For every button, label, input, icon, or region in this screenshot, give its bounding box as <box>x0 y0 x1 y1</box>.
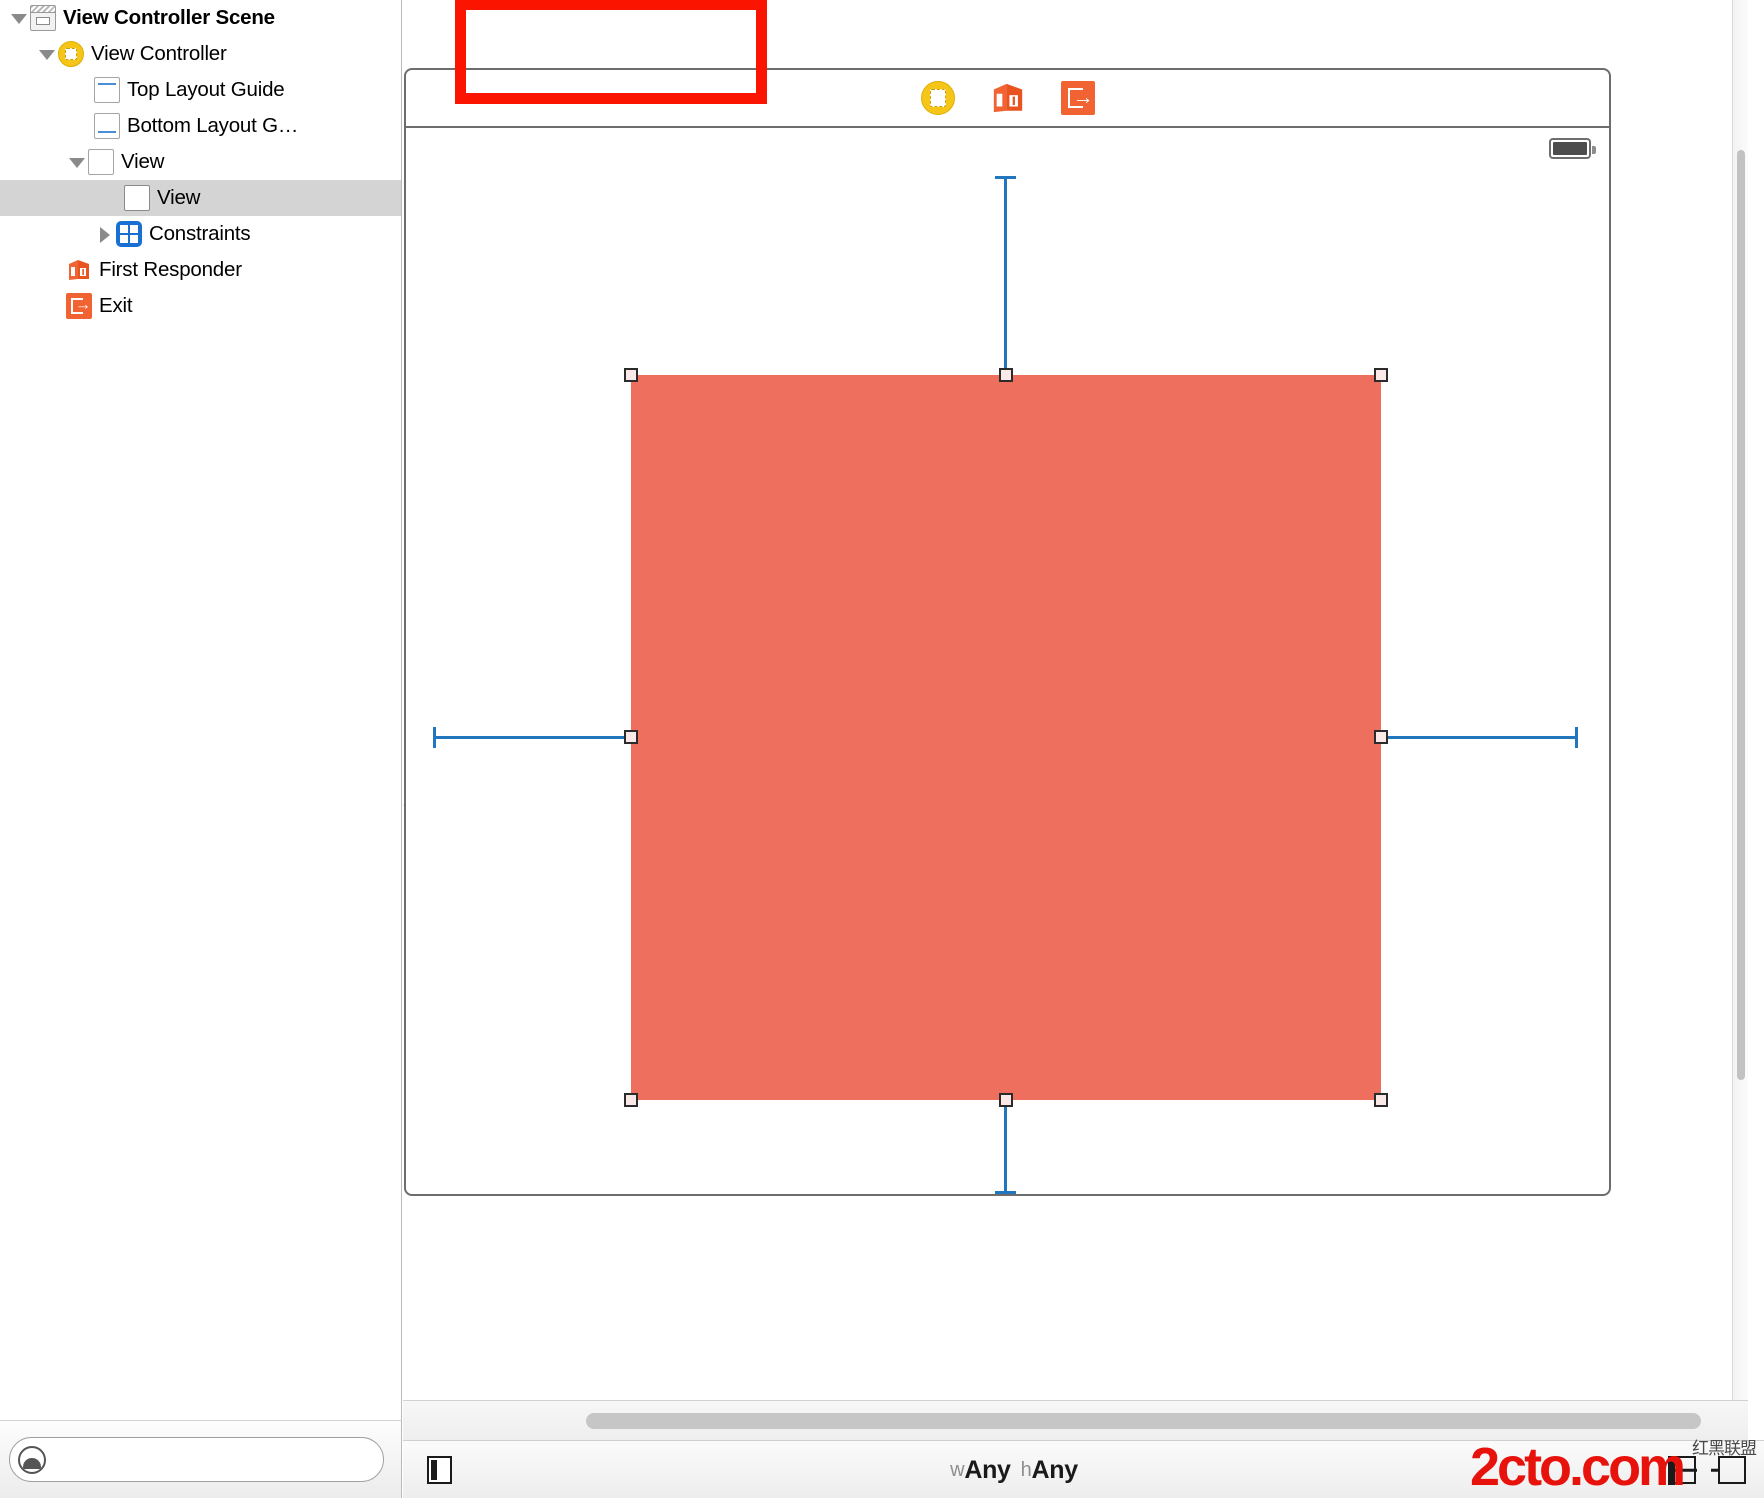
disclosure-triangle-icon[interactable] <box>66 151 88 173</box>
leading-constraint-line[interactable] <box>434 736 634 739</box>
size-class-button[interactable]: wAny hAny <box>858 1441 1170 1498</box>
outline-row-view-controller[interactable]: View Controller <box>0 36 401 72</box>
document-outline-toggle-button[interactable] <box>427 1456 452 1484</box>
selection-handle-bottom-left[interactable] <box>624 1093 638 1107</box>
filter-icon <box>18 1446 46 1474</box>
top-layout-guide-icon <box>94 77 120 103</box>
leading-constraint-cap <box>433 727 436 748</box>
scene-dock <box>406 70 1609 128</box>
layout-tools-group <box>1668 1441 1746 1498</box>
document-outline-panel: View Controller Scene View Controller To… <box>0 0 402 1420</box>
outline-row-constraints[interactable]: Constraints <box>0 216 401 252</box>
selection-handle-top-center[interactable] <box>999 368 1013 382</box>
disclosure-triangle-icon[interactable] <box>8 7 30 29</box>
outline-row-label: First Responder <box>99 258 242 282</box>
disclosure-triangle-icon[interactable] <box>36 43 58 65</box>
outline-row-label: Exit <box>99 294 132 318</box>
bottom-constraint-cap <box>995 1191 1016 1194</box>
outline-row-label: View Controller <box>91 42 227 66</box>
align-icon[interactable] <box>1718 1456 1746 1484</box>
initial-view-controller-arrow[interactable] <box>403 776 408 834</box>
simulated-status-bar <box>406 128 1609 172</box>
outline-row-label: Bottom Layout G… <box>127 114 298 138</box>
view-icon <box>124 185 150 211</box>
exit-icon <box>66 293 92 319</box>
horizontal-scrollbar-thumb[interactable] <box>586 1413 1701 1429</box>
outline-filter-bar <box>0 1420 402 1498</box>
trailing-constraint-cap <box>1575 727 1578 748</box>
first-responder-icon <box>66 257 92 283</box>
bottom-constraint-line[interactable] <box>1004 1098 1007 1194</box>
selection-handle-middle-right[interactable] <box>1374 730 1388 744</box>
exit-dock-icon[interactable] <box>1061 81 1095 115</box>
selection-handle-bottom-center[interactable] <box>999 1093 1013 1107</box>
first-responder-cube-glyph <box>991 81 1025 115</box>
selection-handle-middle-left[interactable] <box>624 730 638 744</box>
top-constraint-line[interactable] <box>1004 178 1007 378</box>
first-responder-dock-icon[interactable] <box>991 81 1025 115</box>
outline-row-label: Top Layout Guide <box>127 78 285 102</box>
scene-icon <box>30 5 56 31</box>
first-responder-cube-glyph <box>67 258 91 282</box>
outline-row-label: Constraints <box>149 222 250 246</box>
bottom-layout-guide-icon <box>94 113 120 139</box>
selection-handle-bottom-right[interactable] <box>1374 1093 1388 1107</box>
outline-row-label: View <box>121 150 164 174</box>
storyboard-canvas[interactable] <box>403 0 1748 1400</box>
canvas-vertical-scrollbar[interactable] <box>1732 0 1748 1400</box>
outline-row-top-layout-guide[interactable]: Top Layout Guide <box>0 72 401 108</box>
size-class-width-value: Any <box>964 1456 1010 1485</box>
vertical-scrollbar-thumb[interactable] <box>1737 150 1745 1080</box>
outline-row-bottom-layout-guide[interactable]: Bottom Layout G… <box>0 108 401 144</box>
canvas-horizontal-scrollbar[interactable] <box>403 1400 1748 1440</box>
size-class-height-value: Any <box>1031 1456 1077 1485</box>
constraints-icon <box>116 221 142 247</box>
outline-row-label: View <box>157 186 200 210</box>
storyboard-editor-window: View Controller Scene View Controller To… <box>0 0 1764 1498</box>
stack-view-icon[interactable] <box>1668 1456 1696 1484</box>
selection-handle-top-left[interactable] <box>624 368 638 382</box>
view-icon <box>88 149 114 175</box>
view-controller-dock-icon[interactable] <box>921 81 955 115</box>
outline-row-first-responder[interactable]: First Responder <box>0 252 401 288</box>
outline-row-view-parent[interactable]: View <box>0 144 401 180</box>
size-class-width-prefix: w <box>950 1459 964 1482</box>
view-controller-scene-frame[interactable] <box>404 68 1611 1196</box>
outline-row-label: View Controller Scene <box>63 6 275 30</box>
selected-view-rectangle[interactable] <box>631 375 1381 1100</box>
selection-handle-top-right[interactable] <box>1374 368 1388 382</box>
outline-row-view-selected[interactable]: View <box>0 180 401 216</box>
battery-icon <box>1549 138 1591 159</box>
filter-input[interactable] <box>9 1437 384 1482</box>
canvas-bottom-toolbar: wAny hAny <box>403 1440 1764 1498</box>
view-controller-icon <box>58 41 84 67</box>
filter-text-input[interactable] <box>54 1449 354 1470</box>
outline-row-view-controller-scene[interactable]: View Controller Scene <box>0 0 401 36</box>
disclosure-triangle-icon[interactable] <box>94 223 116 245</box>
trailing-constraint-line[interactable] <box>1378 736 1578 739</box>
outline-row-exit[interactable]: Exit <box>0 288 401 324</box>
size-class-height-prefix: h <box>1021 1459 1032 1482</box>
top-constraint-cap <box>995 176 1016 179</box>
